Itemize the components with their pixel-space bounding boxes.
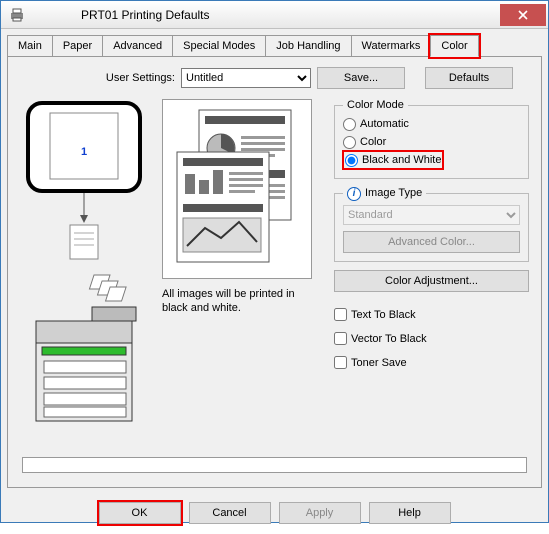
check-vector-to-black[interactable]: Vector To Black xyxy=(334,330,529,348)
printer-preview-illustration: 1 xyxy=(20,99,148,429)
color-adjustment-button[interactable]: Color Adjustment... xyxy=(334,270,529,292)
color-mode-group: Color Mode Automatic Color Black and Whi… xyxy=(334,99,529,179)
tab-main[interactable]: Main xyxy=(7,35,53,56)
save-button[interactable]: Save... xyxy=(317,67,405,89)
image-type-legend: iImage Type xyxy=(343,187,426,201)
radio-color[interactable]: Color xyxy=(343,133,520,151)
preview-printer-column: 1 xyxy=(20,99,150,432)
image-type-group: iImage Type Standard Advanced Color... xyxy=(334,187,529,262)
dialog-window: PRT01 Printing Defaults Main Paper Advan… xyxy=(0,0,549,523)
page-sample-preview xyxy=(162,99,312,279)
ok-button[interactable]: OK xyxy=(99,502,181,524)
tab-color[interactable]: Color xyxy=(430,35,478,57)
tab-special-modes[interactable]: Special Modes xyxy=(172,35,266,56)
close-button[interactable] xyxy=(500,4,546,26)
preview-pages-column: All images will be printed in black and … xyxy=(162,99,322,432)
printer-icon xyxy=(9,7,25,23)
image-type-select: Standard xyxy=(343,205,520,225)
tabstrip: Main Paper Advanced Special Modes Job Ha… xyxy=(1,29,548,56)
info-icon: i xyxy=(347,187,361,201)
color-mode-legend: Color Mode xyxy=(343,99,408,111)
tab-paper[interactable]: Paper xyxy=(52,35,103,56)
window-title: PRT01 Printing Defaults xyxy=(31,8,500,22)
apply-button: Apply xyxy=(279,502,361,524)
advanced-color-button: Advanced Color... xyxy=(343,231,520,253)
defaults-button[interactable]: Defaults xyxy=(425,67,513,89)
options-column: Color Mode Automatic Color Black and Whi… xyxy=(334,99,529,432)
check-toner-save[interactable]: Toner Save xyxy=(334,354,529,372)
cancel-button[interactable]: Cancel xyxy=(189,502,271,524)
radio-automatic[interactable]: Automatic xyxy=(343,115,520,133)
help-button[interactable]: Help xyxy=(369,502,451,524)
titlebar: PRT01 Printing Defaults xyxy=(1,1,548,29)
tab-advanced[interactable]: Advanced xyxy=(102,35,173,56)
user-settings-row: User Settings: Untitled Save... Defaults xyxy=(20,67,529,89)
dialog-buttons: OK Cancel Apply Help xyxy=(1,494,548,534)
status-strip xyxy=(22,457,527,473)
user-settings-select[interactable]: Untitled xyxy=(181,68,311,88)
preview-description: All images will be printed in black and … xyxy=(162,287,322,316)
tab-watermarks[interactable]: Watermarks xyxy=(351,35,432,56)
tab-panel-color: User Settings: Untitled Save... Defaults… xyxy=(7,56,542,488)
tab-job-handling[interactable]: Job Handling xyxy=(265,35,351,56)
check-text-to-black[interactable]: Text To Black xyxy=(334,306,529,324)
radio-black-and-white[interactable]: Black and White xyxy=(345,151,441,169)
user-settings-label: User Settings: xyxy=(20,72,175,84)
preview-page-number: 1 xyxy=(81,146,87,158)
